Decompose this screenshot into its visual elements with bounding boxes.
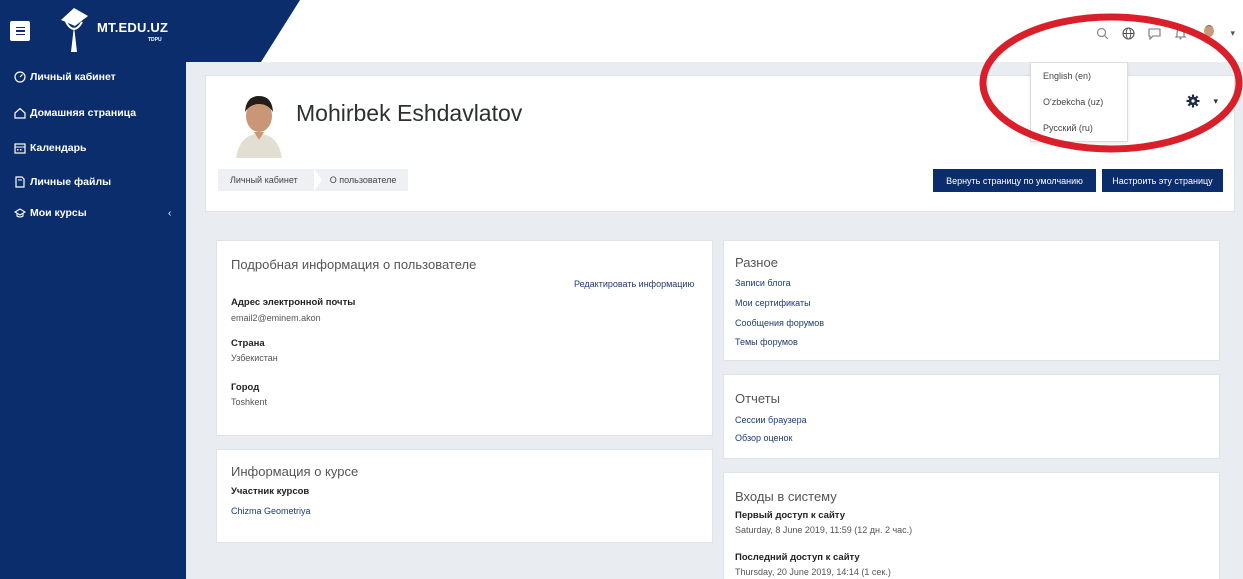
first-access-value: Saturday, 8 June 2019, 11:59 (12 дн. 2 ч… — [735, 525, 913, 535]
logins-title: Входы в систему — [735, 489, 837, 504]
grades-overview-link[interactable]: Обзор оценок — [735, 433, 792, 443]
page-title: Mohirbek Eshdavlatov — [296, 100, 523, 126]
brand-sub: TDPU — [148, 37, 162, 43]
menu-toggle-icon[interactable] — [10, 21, 30, 41]
course-link[interactable]: Chizma Geometriya — [231, 506, 311, 516]
country-value: Узбекистан — [231, 353, 278, 363]
breadcrumb-item[interactable]: Личный кабинет — [230, 175, 298, 185]
blog-entries-link[interactable]: Записи блога — [735, 278, 791, 288]
sidebar-item-label: Домашняя страница — [30, 107, 137, 119]
forum-posts-link[interactable]: Сообщения форумов — [735, 318, 824, 328]
breadcrumb-item[interactable]: О пользователе — [330, 175, 397, 185]
reports-card: Отчеты Сессии браузера Обзор оценок — [723, 374, 1220, 459]
dashboard-icon — [14, 71, 26, 83]
collapse-arrow-icon[interactable]: ‹ — [168, 208, 171, 219]
misc-card: Разное Записи блога Мои сертификаты Сооб… — [723, 240, 1220, 361]
certificates-link[interactable]: Мои сертификаты — [735, 298, 811, 308]
last-access-label: Последний доступ к сайту — [735, 552, 860, 563]
city-label: Город — [231, 382, 260, 393]
reports-title: Отчеты — [735, 391, 780, 406]
course-participant-label: Участник курсов — [231, 486, 310, 497]
sidebar-item-label: Личные файлы — [30, 176, 112, 188]
user-details-title: Подробная информация о пользователе — [231, 257, 477, 272]
forum-topics-link[interactable]: Темы форумов — [735, 337, 798, 347]
sidebar-item-home[interactable]: Домашняя страница — [14, 107, 136, 119]
home-icon — [14, 107, 26, 119]
reset-page-button[interactable]: Вернуть страницу по умолчанию — [933, 169, 1096, 192]
country-label: Страна — [231, 338, 265, 349]
calendar-icon — [14, 143, 26, 154]
logo-icon — [61, 8, 88, 52]
sidebar-item-label: Личный кабинет — [30, 71, 116, 83]
sidebar-item-dashboard[interactable]: Личный кабинет — [14, 71, 116, 83]
email-value: email2@eminem.akon — [231, 313, 321, 323]
sidebar-item-label: Мои курсы — [30, 207, 87, 219]
sidebar: Личный кабинет Домашняя страница Календа… — [0, 62, 186, 579]
first-access-label: Первый доступ к сайту — [735, 510, 845, 521]
graduation-cap-icon — [14, 208, 26, 218]
profile-photo — [230, 88, 288, 158]
files-icon — [15, 176, 25, 188]
sidebar-item-label: Календарь — [30, 142, 87, 154]
customize-page-button[interactable]: Настроить эту страницу — [1102, 169, 1223, 192]
course-details-title: Информация о курсе — [231, 464, 359, 479]
sidebar-item-calendar[interactable]: Календарь — [14, 142, 86, 154]
breadcrumb: Личный кабинет О пользователе — [218, 169, 409, 191]
city-value: Toshkent — [231, 397, 268, 407]
course-details-card: Информация о курсе Участник курсов Chizm… — [216, 449, 713, 543]
user-details-card: Подробная информация о пользователе Реда… — [216, 240, 713, 436]
last-access-value: Thursday, 20 June 2019, 14:14 (1 сек.) — [735, 567, 891, 577]
browser-sessions-link[interactable]: Сессии браузера — [735, 415, 807, 425]
logins-card: Входы в систему Первый доступ к сайту Sa… — [723, 472, 1220, 579]
sidebar-item-my-courses[interactable]: Мои курсы — [14, 207, 87, 219]
brand-name[interactable]: MT.EDU.UZ — [97, 20, 168, 35]
email-label: Адрес электронной почты — [231, 297, 356, 308]
edit-profile-link[interactable]: Редактировать информацию — [574, 279, 694, 289]
misc-title: Разное — [735, 255, 778, 270]
breadcrumb-separator — [313, 169, 322, 191]
red-highlight-ellipse — [979, 13, 1243, 153]
sidebar-item-files[interactable]: Личные файлы — [14, 176, 111, 188]
